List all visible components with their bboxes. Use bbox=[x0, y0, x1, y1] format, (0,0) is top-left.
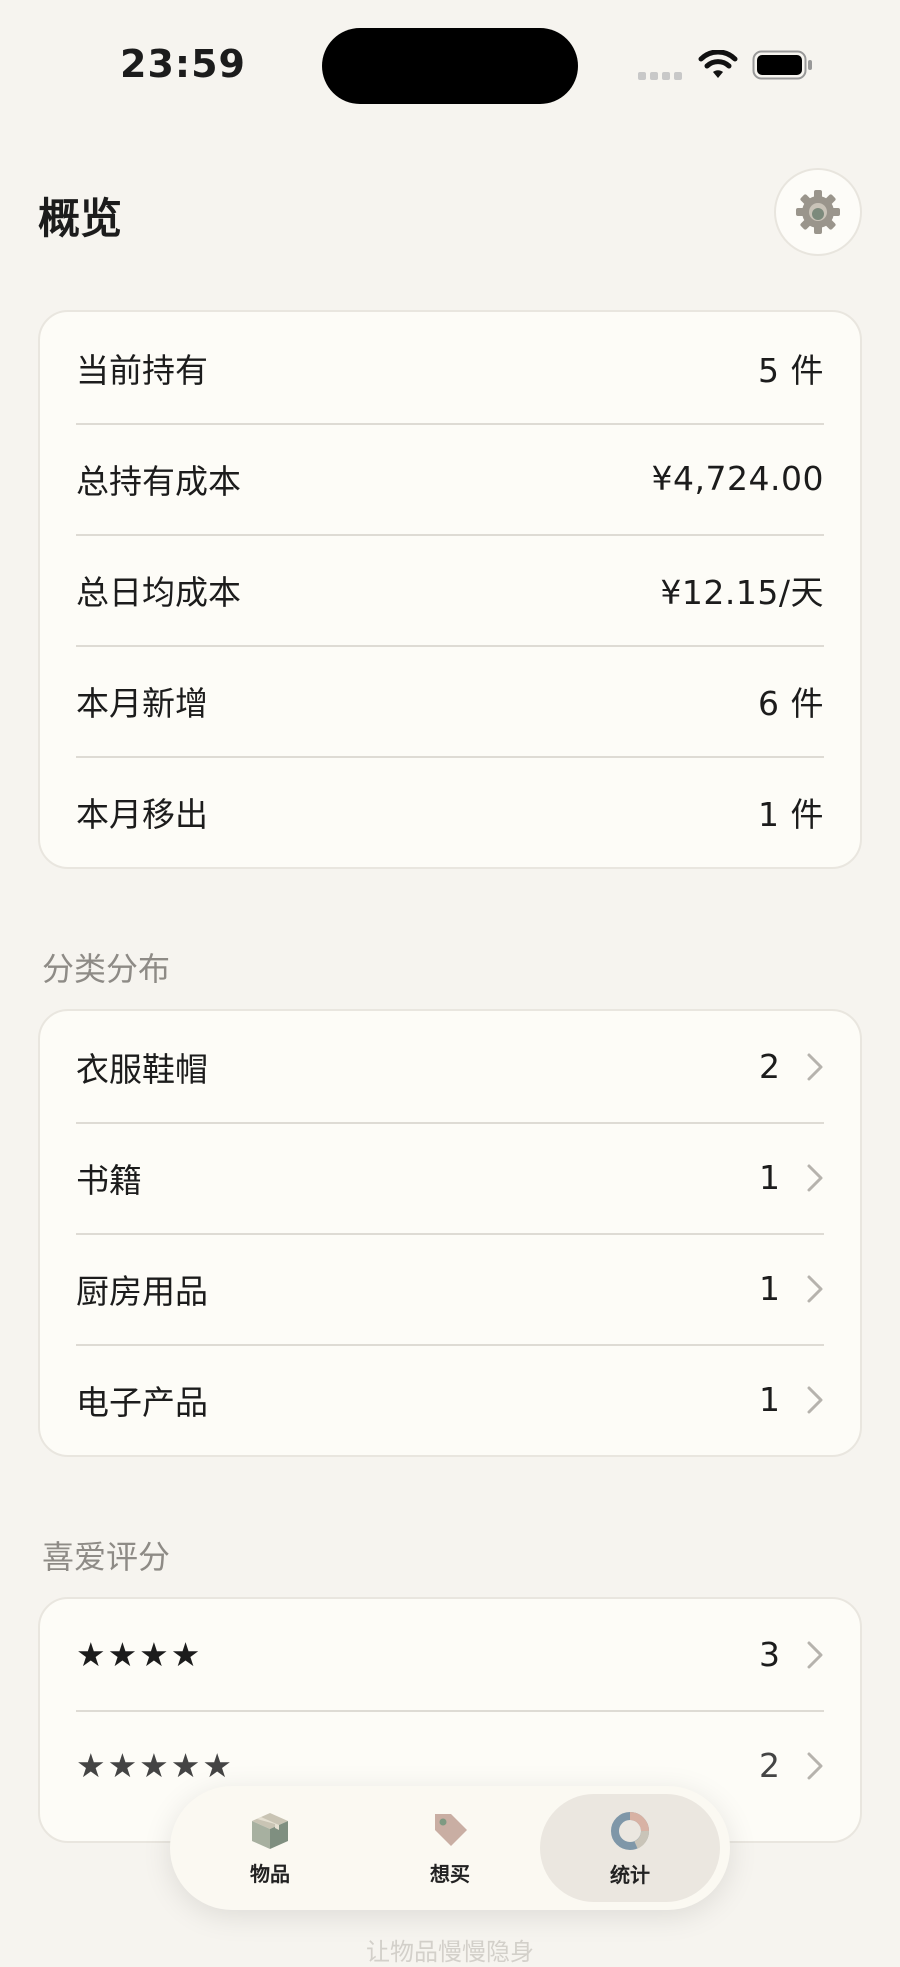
gear-icon bbox=[796, 190, 840, 234]
category-row[interactable]: 衣服鞋帽 2 bbox=[40, 1011, 860, 1122]
overview-label: 本月新增 bbox=[76, 683, 208, 723]
overview-row: 总日均成本 ¥12.15/天 bbox=[40, 534, 860, 645]
tab-wishlist[interactable]: 想买 bbox=[360, 1794, 540, 1902]
rating-count: 3 bbox=[759, 1635, 780, 1674]
category-row[interactable]: 电子产品 1 bbox=[40, 1344, 860, 1455]
category-count: 1 bbox=[759, 1269, 780, 1308]
category-row[interactable]: 厨房用品 1 bbox=[40, 1233, 860, 1344]
wifi-icon bbox=[698, 50, 738, 78]
overview-value: 1 件 bbox=[758, 794, 824, 834]
donut-chart-icon bbox=[611, 1811, 649, 1850]
overview-label: 总日均成本 bbox=[76, 572, 241, 612]
overview-row: 本月移出 1 件 bbox=[40, 756, 860, 867]
star-rating: ★★★★ bbox=[76, 1635, 203, 1674]
category-label: 书籍 bbox=[76, 1160, 142, 1200]
category-count: 2 bbox=[759, 1047, 780, 1086]
overview-label: 本月移出 bbox=[76, 794, 208, 834]
category-row[interactable]: 书籍 1 bbox=[40, 1122, 860, 1233]
rating-row[interactable]: ★★★★ 3 bbox=[40, 1599, 860, 1710]
overview-label: 总持有成本 bbox=[76, 461, 241, 501]
tag-icon bbox=[435, 1813, 467, 1846]
overview-value: 5 件 bbox=[758, 350, 824, 390]
page-title: 概览 bbox=[38, 194, 123, 243]
overview-value: ¥4,724.00 bbox=[651, 459, 824, 498]
overview-label: 当前持有 bbox=[76, 350, 208, 390]
chevron-right-icon bbox=[807, 1275, 823, 1302]
chevron-right-icon bbox=[807, 1386, 823, 1413]
category-label: 厨房用品 bbox=[76, 1271, 208, 1311]
settings-button[interactable] bbox=[774, 168, 862, 256]
battery-icon bbox=[752, 50, 812, 80]
tab-items[interactable]: 物品 bbox=[180, 1794, 360, 1902]
tab-label: 物品 bbox=[250, 1861, 290, 1886]
overview-value: ¥12.15/天 bbox=[660, 572, 824, 612]
chevron-right-icon bbox=[807, 1752, 823, 1779]
chevron-right-icon bbox=[807, 1053, 823, 1080]
overview-card: 当前持有 5 件 总持有成本 ¥4,724.00 总日均成本 ¥12.15/天 … bbox=[38, 310, 862, 869]
category-label: 衣服鞋帽 bbox=[76, 1049, 208, 1089]
overview-row: 总持有成本 ¥4,724.00 bbox=[40, 423, 860, 534]
category-section-title: 分类分布 bbox=[42, 950, 171, 988]
status-time: 23:59 bbox=[120, 42, 246, 86]
box-icon bbox=[252, 1812, 288, 1849]
star-rating: ★★★★★ bbox=[76, 1746, 234, 1785]
footer-hint: 让物品慢慢隐身 bbox=[366, 1938, 534, 1966]
overview-row: 本月新增 6 件 bbox=[40, 645, 860, 756]
dynamic-island bbox=[322, 28, 578, 104]
chevron-right-icon bbox=[807, 1164, 823, 1191]
overview-value: 6 件 bbox=[758, 683, 824, 723]
chevron-right-icon bbox=[807, 1641, 823, 1668]
rating-section-title: 喜爱评分 bbox=[42, 1538, 171, 1576]
tab-label: 想买 bbox=[430, 1861, 470, 1886]
tab-label: 统计 bbox=[610, 1862, 650, 1887]
tab-stats[interactable]: 统计 bbox=[540, 1794, 720, 1902]
overview-row: 当前持有 5 件 bbox=[40, 312, 860, 423]
rating-count: 2 bbox=[759, 1746, 780, 1785]
category-card: 衣服鞋帽 2 书籍 1 厨房用品 1 电子产品 1 bbox=[38, 1009, 862, 1457]
tab-bar: 物品 想买 统计 bbox=[170, 1786, 730, 1910]
category-count: 1 bbox=[759, 1158, 780, 1197]
category-label: 电子产品 bbox=[76, 1382, 208, 1422]
cellular-signal-icon bbox=[638, 72, 682, 80]
category-count: 1 bbox=[759, 1380, 780, 1419]
